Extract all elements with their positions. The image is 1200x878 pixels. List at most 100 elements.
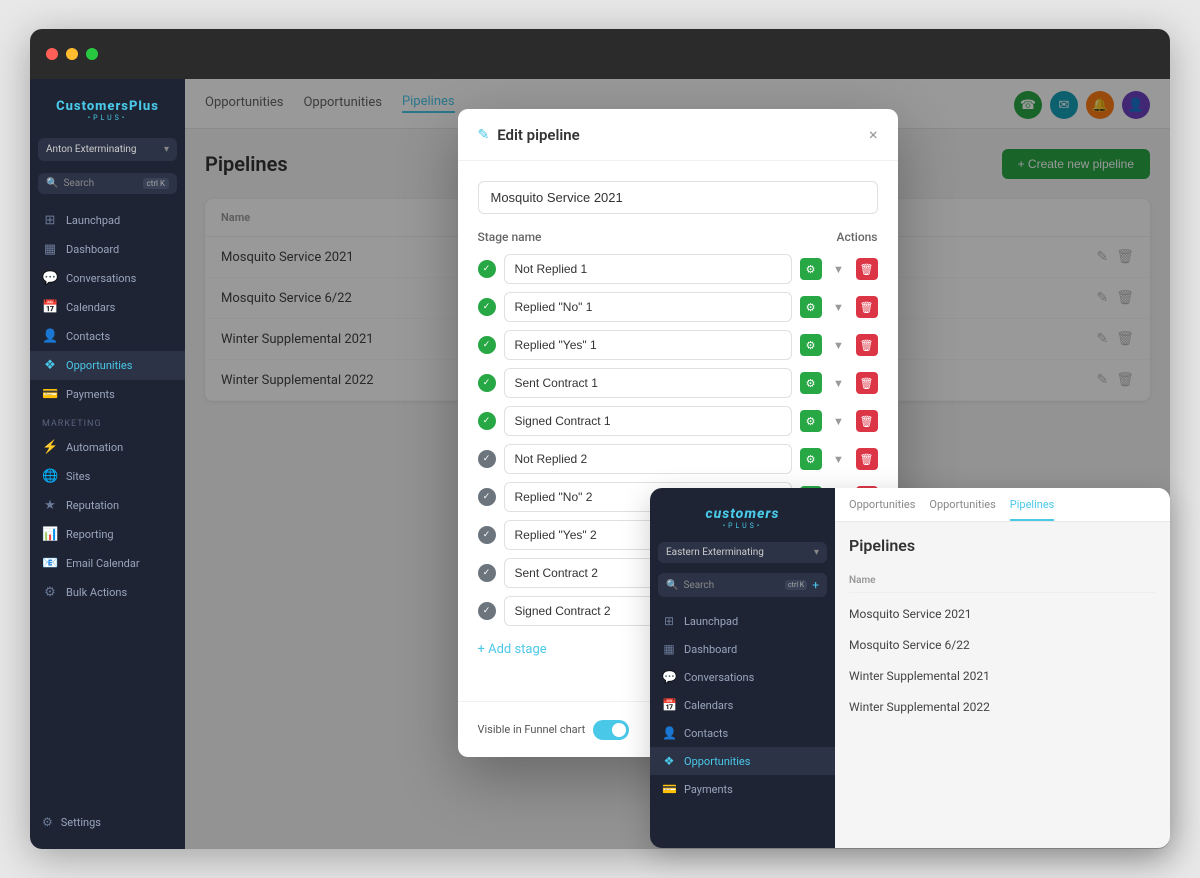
float-table-row-3[interactable]: Winter Supplemental 2022: [849, 692, 1156, 723]
sidebar-item-opportunities[interactable]: ❖ Opportunities: [30, 351, 185, 380]
reporting-icon: 📊: [42, 527, 58, 542]
stage-actions-0: ⚙ ▼ 🗑: [800, 258, 878, 280]
stage-actions-3: ⚙ ▼ 🗑: [800, 372, 878, 394]
stage-input-3[interactable]: [504, 368, 792, 398]
stage-row-2: ✓ ⚙ ▼ 🗑: [478, 330, 878, 360]
stage-filter-2[interactable]: ▼: [828, 334, 850, 356]
sidebar-settings[interactable]: ⚙ Settings: [30, 807, 185, 837]
float-table-row-2[interactable]: Winter Supplemental 2021: [849, 661, 1156, 692]
stage-input-5[interactable]: [504, 444, 792, 474]
sidebar-search[interactable]: 🔍 Search ctrl K: [38, 173, 177, 194]
sidebar-nav: ⊞ Launchpad ▦ Dashboard 💬 Conversations …: [30, 206, 185, 807]
stage-check-4: ✓: [478, 412, 496, 430]
sidebar-label-reporting: Reporting: [66, 528, 114, 541]
search-icon: 🔍: [46, 178, 58, 189]
sidebar-item-bulk-actions[interactable]: ⚙ Bulk Actions: [30, 578, 185, 607]
float-tab-pipelines[interactable]: Pipelines: [1010, 498, 1055, 521]
stage-actions-5: ⚙ ▼ 🗑: [800, 448, 878, 470]
sidebar-item-email-calendar[interactable]: 📧 Email Calendar: [30, 549, 185, 578]
sidebar-account-selector[interactable]: Anton Exterminating ▾: [38, 138, 177, 161]
float-label-calendars: Calendars: [684, 699, 733, 712]
float-label-dashboard: Dashboard: [684, 643, 737, 656]
email-calendar-icon: 📧: [42, 556, 58, 571]
stage-header-row: Stage name Actions: [478, 230, 878, 244]
float-table-row-1[interactable]: Mosquito Service 6/22: [849, 630, 1156, 661]
float-conversations-icon: 💬: [662, 670, 676, 684]
sidebar-label-calendars: Calendars: [66, 301, 115, 314]
browser-close[interactable]: [46, 48, 58, 60]
float-nav-launchpad[interactable]: ⊞ Launchpad: [650, 607, 835, 635]
float-page: Pipelines Name Mosquito Service 2021 Mos…: [835, 522, 1170, 848]
float-table-header: Name: [849, 569, 1156, 593]
stage-check-8: ✓: [478, 564, 496, 582]
float-label-conversations: Conversations: [684, 671, 754, 684]
stage-input-0[interactable]: [504, 254, 792, 284]
sidebar-label-automation: Automation: [66, 441, 123, 454]
stage-delete-5[interactable]: 🗑: [856, 448, 878, 470]
sidebar-item-reporting[interactable]: 📊 Reporting: [30, 520, 185, 549]
account-arrow-icon: ▾: [164, 144, 169, 155]
dashboard-icon: ▦: [42, 242, 58, 257]
float-table-row-0[interactable]: Mosquito Service 2021: [849, 599, 1156, 630]
sidebar-item-calendars[interactable]: 📅 Calendars: [30, 293, 185, 322]
sidebar-item-dashboard[interactable]: ▦ Dashboard: [30, 235, 185, 264]
stage-settings-4[interactable]: ⚙: [800, 410, 822, 432]
float-search-kbd: ctrl K: [785, 580, 807, 590]
stage-check-0: ✓: [478, 260, 496, 278]
search-kbd: ctrl K: [143, 178, 169, 189]
stage-input-2[interactable]: [504, 330, 792, 360]
stage-filter-4[interactable]: ▼: [828, 410, 850, 432]
stage-delete-2[interactable]: 🗑: [856, 334, 878, 356]
stage-delete-4[interactable]: 🗑: [856, 410, 878, 432]
payments-icon: 💳: [42, 387, 58, 402]
float-nav-calendars[interactable]: 📅 Calendars: [650, 691, 835, 719]
float-tab-opportunities[interactable]: Opportunities: [849, 498, 915, 521]
stage-input-1[interactable]: [504, 292, 792, 322]
sidebar-item-automation[interactable]: ⚡ Automation: [30, 433, 185, 462]
float-nav-dashboard[interactable]: ▦ Dashboard: [650, 635, 835, 663]
float-payments-icon: 💳: [662, 782, 676, 796]
main-sidebar: CustomersPlus •PLUS• Anton Exterminating…: [30, 79, 185, 849]
sidebar-item-launchpad[interactable]: ⊞ Launchpad: [30, 206, 185, 235]
float-calendars-icon: 📅: [662, 698, 676, 712]
stage-delete-0[interactable]: 🗑: [856, 258, 878, 280]
stage-settings-3[interactable]: ⚙: [800, 372, 822, 394]
sidebar-item-sites[interactable]: 🌐 Sites: [30, 462, 185, 491]
stage-settings-2[interactable]: ⚙: [800, 334, 822, 356]
stage-settings-5[interactable]: ⚙: [800, 448, 822, 470]
float-search-plus-icon[interactable]: +: [812, 578, 819, 592]
sidebar-item-reputation[interactable]: ★ Reputation: [30, 491, 185, 520]
float-nav-payments[interactable]: 💳 Payments: [650, 775, 835, 803]
browser-maximize[interactable]: [86, 48, 98, 60]
browser-minimize[interactable]: [66, 48, 78, 60]
stage-filter-1[interactable]: ▼: [828, 296, 850, 318]
sidebar-item-payments[interactable]: 💳 Payments: [30, 380, 185, 409]
logo-sub: •PLUS•: [42, 114, 173, 122]
float-account-selector[interactable]: Eastern Exterminating ▾: [658, 542, 827, 563]
stage-row-5: ✓ ⚙ ▼ 🗑: [478, 444, 878, 474]
stage-row-4: ✓ ⚙ ▼ 🗑: [478, 406, 878, 436]
opportunities-icon: ❖: [42, 358, 58, 373]
sidebar-item-contacts[interactable]: 👤 Contacts: [30, 322, 185, 351]
float-nav-contacts[interactable]: 👤 Contacts: [650, 719, 835, 747]
stage-actions-4: ⚙ ▼ 🗑: [800, 410, 878, 432]
stage-settings-0[interactable]: ⚙: [800, 258, 822, 280]
modal-close-button[interactable]: ×: [869, 125, 878, 144]
bulk-actions-icon: ⚙: [42, 585, 58, 600]
sidebar-item-conversations[interactable]: 💬 Conversations: [30, 264, 185, 293]
stage-filter-0[interactable]: ▼: [828, 258, 850, 280]
stage-input-4[interactable]: [504, 406, 792, 436]
stage-check-7: ✓: [478, 526, 496, 544]
stage-delete-1[interactable]: 🗑: [856, 296, 878, 318]
float-search[interactable]: 🔍 Search ctrl K +: [658, 573, 827, 597]
float-nav-opportunities[interactable]: ❖ Opportunities: [650, 747, 835, 775]
stage-delete-3[interactable]: 🗑: [856, 372, 878, 394]
funnel-toggle[interactable]: [593, 720, 629, 740]
pipeline-name-input[interactable]: [478, 181, 878, 214]
float-tab-opportunities2[interactable]: Opportunities: [929, 498, 995, 521]
stage-settings-1[interactable]: ⚙: [800, 296, 822, 318]
sidebar-label-conversations: Conversations: [66, 272, 136, 285]
float-nav-conversations[interactable]: 💬 Conversations: [650, 663, 835, 691]
stage-filter-5[interactable]: ▼: [828, 448, 850, 470]
stage-filter-3[interactable]: ▼: [828, 372, 850, 394]
